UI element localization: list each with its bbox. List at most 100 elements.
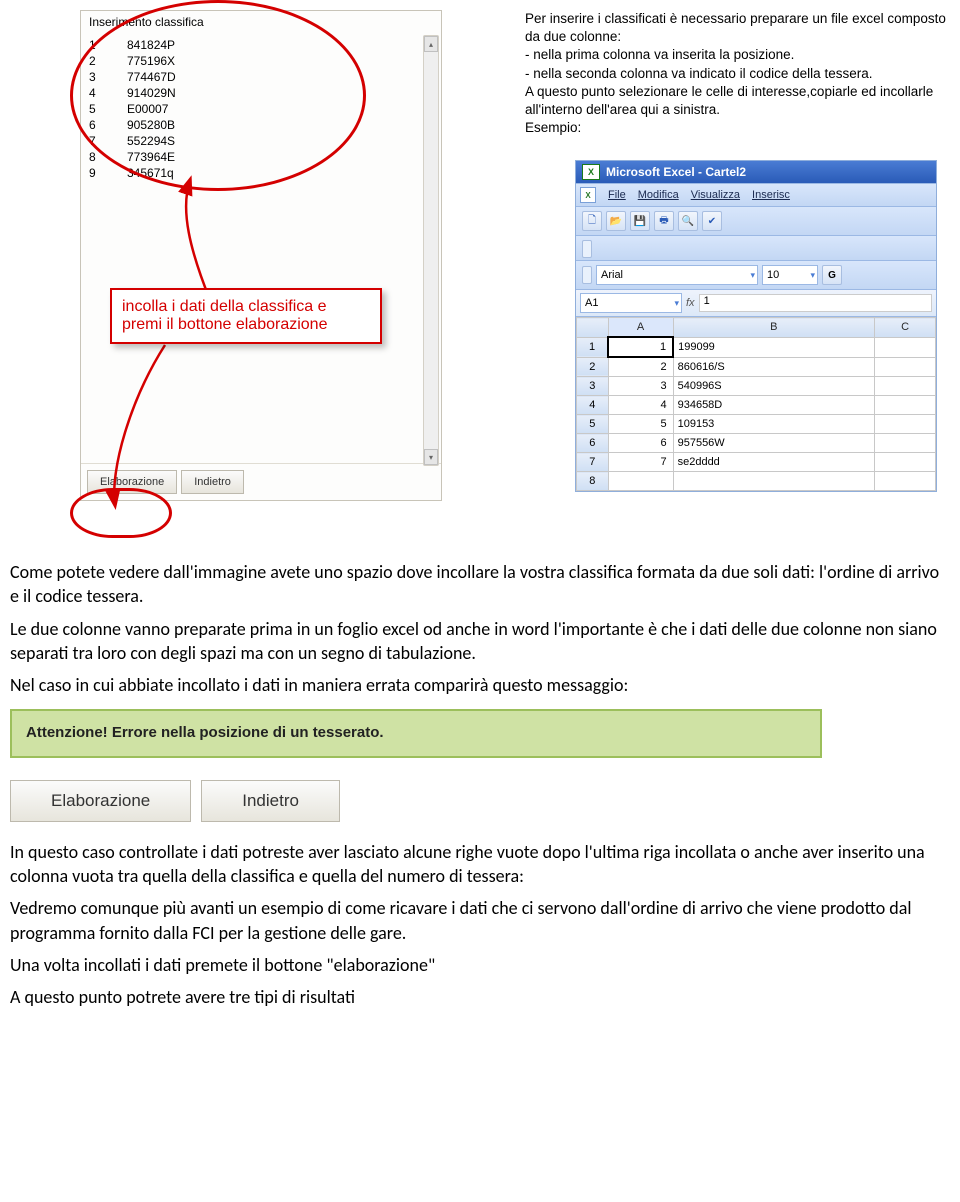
cell[interactable]: 934658D: [673, 396, 875, 415]
table-row[interactable]: 77se2dddd: [577, 453, 936, 472]
row-header[interactable]: 4: [577, 396, 609, 415]
row-code: 841824P: [127, 37, 437, 53]
cell[interactable]: 4: [608, 396, 673, 415]
print-icon[interactable]: 🖶: [654, 211, 674, 231]
cell[interactable]: 2: [608, 357, 673, 377]
cell[interactable]: [875, 434, 936, 453]
table-row[interactable]: 44934658D: [577, 396, 936, 415]
cell[interactable]: se2dddd: [673, 453, 875, 472]
data-textarea[interactable]: 123456789 841824P775196X774467D914029NE0…: [81, 31, 441, 193]
annotation-callout: incolla i dati della classifica e premi …: [110, 288, 382, 344]
scrollbar[interactable]: ▴ ▾: [423, 35, 439, 466]
cell[interactable]: [875, 453, 936, 472]
body-paragraph: Le due colonne vanno preparate prima in …: [10, 617, 940, 666]
row-code: E00007: [127, 101, 437, 117]
instructions-line: A questo punto selezionare le celle di i…: [525, 83, 955, 119]
row-position: 8: [89, 149, 103, 165]
font-size-combo[interactable]: 10: [762, 265, 818, 285]
preview-icon[interactable]: 🔍: [678, 211, 698, 231]
table-row[interactable]: 11199099: [577, 337, 936, 357]
indietro-button[interactable]: Indietro: [201, 780, 340, 822]
menu-item[interactable]: Visualizza: [691, 189, 740, 201]
error-message-bar: Attenzione! Errore nella posizione di un…: [10, 709, 822, 757]
cell[interactable]: 5: [608, 415, 673, 434]
col-header[interactable]: C: [875, 318, 936, 338]
body-paragraph: Come potete vedere dall'immagine avete u…: [10, 560, 940, 609]
formula-value[interactable]: 1: [699, 294, 932, 312]
row-code: 775196X: [127, 53, 437, 69]
row-header[interactable]: 6: [577, 434, 609, 453]
scroll-up-button[interactable]: ▴: [424, 36, 438, 52]
fx-icon[interactable]: fx: [686, 297, 695, 309]
table-row[interactable]: 22860616/S: [577, 357, 936, 377]
cell[interactable]: [875, 472, 936, 491]
row-position: 7: [89, 133, 103, 149]
cell[interactable]: 109153: [673, 415, 875, 434]
excel-standard-toolbar[interactable]: 🗋 📂 💾 🖶 🔍 ✔: [576, 207, 936, 236]
body-paragraph: In questo caso controllate i dati potres…: [10, 840, 940, 889]
excel-icon: X: [582, 164, 600, 180]
row-position: 5: [89, 101, 103, 117]
toolbar-grip[interactable]: [582, 266, 592, 284]
col-header[interactable]: B: [673, 318, 875, 338]
row-position: 4: [89, 85, 103, 101]
elaborazione-button[interactable]: Elaborazione: [10, 780, 191, 822]
cell[interactable]: [875, 415, 936, 434]
body-paragraph: Vedremo comunque più avanti un esempio d…: [10, 896, 940, 945]
new-icon[interactable]: 🗋: [582, 211, 602, 231]
menu-item[interactable]: Inserisc: [752, 189, 790, 201]
excel-formula-bar[interactable]: A1 fx 1: [576, 290, 936, 317]
font-family-combo[interactable]: Arial: [596, 265, 758, 285]
row-header[interactable]: 7: [577, 453, 609, 472]
open-icon[interactable]: 📂: [606, 211, 626, 231]
toolbar-grip[interactable]: [582, 240, 592, 258]
cell[interactable]: 1: [608, 337, 673, 357]
excel-toolbar-row2[interactable]: [576, 236, 936, 261]
excel-menu-bar[interactable]: X File Modifica Visualizza Inserisc: [576, 183, 936, 207]
table-row[interactable]: 8: [577, 472, 936, 491]
cell[interactable]: 957556W: [673, 434, 875, 453]
excel-grid[interactable]: A B C 1119909922860616/S33540996S4493465…: [576, 317, 936, 491]
table-row[interactable]: 55109153: [577, 415, 936, 434]
row-header[interactable]: 5: [577, 415, 609, 434]
save-icon[interactable]: 💾: [630, 211, 650, 231]
instructions-line: Esempio:: [525, 119, 955, 137]
table-row[interactable]: 66957556W: [577, 434, 936, 453]
bold-button[interactable]: G: [822, 265, 842, 285]
row-code: 345671q: [127, 165, 437, 181]
table-row[interactable]: 33540996S: [577, 377, 936, 396]
col-header[interactable]: A: [608, 318, 673, 338]
cell[interactable]: [875, 396, 936, 415]
select-all-corner[interactable]: [577, 318, 609, 338]
indietro-button[interactable]: Indietro: [181, 470, 244, 494]
row-code: 774467D: [127, 69, 437, 85]
cell[interactable]: [608, 472, 673, 491]
cell[interactable]: 860616/S: [673, 357, 875, 377]
cell[interactable]: 3: [608, 377, 673, 396]
cell[interactable]: [875, 337, 936, 357]
cell[interactable]: 7: [608, 453, 673, 472]
insert-classifica-pane: Inserimento classifica 123456789 841824P…: [80, 10, 442, 501]
cell[interactable]: [875, 377, 936, 396]
cell[interactable]: 6: [608, 434, 673, 453]
row-header[interactable]: 2: [577, 357, 609, 377]
instructions-text: Per inserire i classificati è necessario…: [525, 10, 955, 138]
row-code: 552294S: [127, 133, 437, 149]
menu-item[interactable]: Modifica: [638, 189, 679, 201]
row-position: 2: [89, 53, 103, 69]
cell[interactable]: [875, 357, 936, 377]
row-header[interactable]: 8: [577, 472, 609, 491]
body-paragraph: A questo punto potrete avere tre tipi di…: [10, 985, 940, 1009]
name-box[interactable]: A1: [580, 293, 682, 313]
scroll-down-button[interactable]: ▾: [424, 449, 438, 465]
cell[interactable]: [673, 472, 875, 491]
menu-item[interactable]: File: [608, 189, 626, 201]
spell-icon[interactable]: ✔: [702, 211, 722, 231]
row-header[interactable]: 1: [577, 337, 609, 357]
cell[interactable]: 540996S: [673, 377, 875, 396]
cell[interactable]: 199099: [673, 337, 875, 357]
pane-title: Inserimento classifica: [81, 11, 441, 31]
elaborazione-button[interactable]: Elaborazione: [87, 470, 177, 494]
row-header[interactable]: 3: [577, 377, 609, 396]
excel-formatting-toolbar[interactable]: Arial 10 G: [576, 261, 936, 290]
